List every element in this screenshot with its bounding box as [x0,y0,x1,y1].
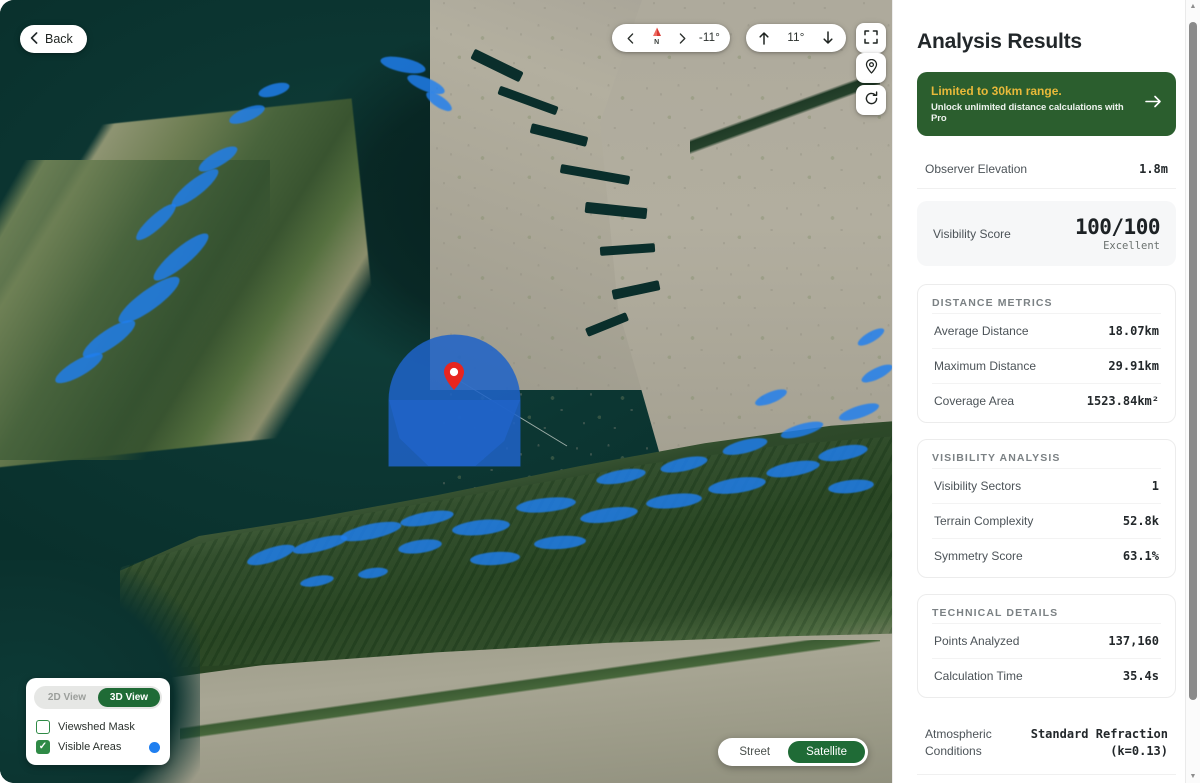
legend-label-visible-areas: Visible Areas [58,741,122,753]
card-title-distance-metrics: DISTANCE METRICS [932,297,1053,309]
compass-north-label: N [654,39,660,46]
row-value: 137,160 [1108,634,1159,648]
row-value: 1523.84km² [1086,394,1159,408]
atmospheric-value-line2: (k=0.13) [1110,744,1168,758]
table-row: Points Analyzed 137,160 [932,623,1161,658]
panel-bottom-spacer [917,775,1176,783]
pitch-value: 11° [787,32,805,44]
row-value: 35.4s [1122,669,1159,683]
pitch-down-button[interactable] [820,30,837,47]
scrollbar-thumb[interactable] [1189,22,1197,700]
bearing-control[interactable]: N -11° [612,24,730,52]
pitch-control[interactable]: 11° [746,24,846,52]
locate-button[interactable] [856,53,886,83]
pitch-up-button[interactable] [755,30,772,47]
visibility-score-value: 100/100 [1074,215,1161,239]
fullscreen-expand-icon [864,29,878,47]
view-mode-2d-button[interactable]: 2D View [36,688,98,707]
row-label: Terrain Complexity [934,514,1034,528]
map-canvas[interactable] [0,0,892,783]
row-label: Maximum Distance [934,359,1037,373]
refresh-icon [864,91,879,109]
rotate-right-button[interactable] [674,30,691,47]
visibility-score-label: Visibility Score [933,226,1011,241]
row-label: Visibility Sectors [934,479,1022,493]
visibility-score-card: Visibility Score 100/100 Excellent [917,201,1176,266]
page-title: Analysis Results [917,30,1082,53]
back-button[interactable]: Back [20,25,87,53]
viewshed-mask-checkbox[interactable] [36,720,50,734]
pro-banner-title: Limited to 30km range. [931,84,1062,98]
map-legend-panel[interactable]: 2D View 3D View Viewshed Mask Visible Ar… [26,678,170,765]
back-button-label: Back [45,32,73,46]
arrow-right-icon [1145,95,1162,113]
compass-needle-icon[interactable]: N [647,27,667,49]
legend-label-viewshed-mask: Viewshed Mask [58,721,135,733]
observer-elevation-value: 1.8m [1139,162,1168,176]
atmospheric-label-line1: Atmospheric [925,727,992,741]
row-value: 63.1% [1122,549,1159,563]
table-row: Visibility Sectors 1 [932,468,1161,503]
distance-metrics-card: DISTANCE METRICS Average Distance 18.07k… [917,284,1176,423]
observer-elevation-row: Observer Elevation 1.8m [917,152,1176,189]
map-container[interactable]: Back N -11° 11° 2D View 3D View Viewshed… [0,0,892,783]
row-value: 29.91km [1108,359,1159,373]
table-row: Average Distance 18.07km [932,313,1161,348]
table-row: Maximum Distance 29.91km [932,348,1161,383]
basemap-satellite-button[interactable]: Satellite [788,741,865,763]
technical-details-card: TECHNICAL DETAILS Points Analyzed 137,16… [917,594,1176,698]
atmospheric-conditions-value: Standard Refraction (k=0.13) [1031,726,1168,760]
panel-scrollbar[interactable]: ▲ ▼ [1185,0,1200,783]
scrollbar-track[interactable] [1186,16,1200,767]
row-label: Average Distance [934,324,1029,338]
visibility-analysis-card: VISIBILITY ANALYSIS Visibility Sectors 1… [917,439,1176,578]
analysis-results-panel: Analysis Results Limited to 30km range. … [892,0,1200,783]
card-title-visibility-analysis: VISIBILITY ANALYSIS [932,452,1061,464]
row-label: Coverage Area [934,394,1015,408]
caret-up-icon[interactable]: ▲ [1190,0,1197,13]
pro-banner-subtitle: Unlock unlimited distance calculations w… [931,102,1124,124]
basemap-street-button[interactable]: Street [721,741,788,763]
row-label: Calculation Time [934,669,1023,683]
row-value: 52.8k [1122,514,1159,528]
table-row: Symmetry Score 63.1% [932,538,1161,573]
basemap-toggle[interactable]: Street Satellite [718,738,868,766]
observer-elevation-label: Observer Elevation [925,162,1028,176]
row-label: Points Analyzed [934,634,1020,648]
table-row: Coverage Area 1523.84km² [932,383,1161,418]
pro-upgrade-banner[interactable]: Limited to 30km range. Unlock unlimited … [917,72,1176,136]
bearing-value: -11° [698,32,720,44]
table-row: Calculation Time 35.4s [932,658,1161,693]
location-pin-icon [864,58,879,77]
visible-areas-checkbox[interactable] [36,740,50,754]
legend-item-visible-areas[interactable]: Visible Areas [34,737,162,757]
atmospheric-conditions-label: Atmospheric Conditions [925,726,992,760]
atmospheric-conditions-row: Atmospheric Conditions Standard Refracti… [917,714,1176,775]
caret-down-icon[interactable]: ▼ [1190,770,1197,783]
visible-areas-color-swatch [149,741,160,753]
reset-button[interactable] [856,85,886,115]
view-mode-toggle[interactable]: 2D View 3D View [34,686,162,709]
row-value: 18.07km [1108,324,1159,338]
chevron-left-icon [30,31,38,47]
view-mode-3d-button[interactable]: 3D View [98,688,160,707]
visibility-score-qualifier: Excellent [1103,240,1160,252]
fullscreen-button[interactable] [856,23,886,53]
map-marker-pin-icon[interactable] [444,362,464,390]
legend-item-viewshed-mask[interactable]: Viewshed Mask [34,717,162,737]
viewshed-analysis-app: Back N -11° 11° 2D View 3D View Viewshed… [0,0,1200,783]
rotate-left-button[interactable] [622,30,639,47]
panel-scroll-area[interactable]: Analysis Results Limited to 30km range. … [893,0,1200,783]
row-label: Symmetry Score [934,549,1023,563]
atmospheric-value-line1: Standard Refraction [1030,727,1168,741]
row-value: 1 [1151,479,1159,493]
card-title-technical-details: TECHNICAL DETAILS [932,607,1059,619]
table-row: Terrain Complexity 52.8k [932,503,1161,538]
atmospheric-label-line2: Conditions [925,744,982,758]
